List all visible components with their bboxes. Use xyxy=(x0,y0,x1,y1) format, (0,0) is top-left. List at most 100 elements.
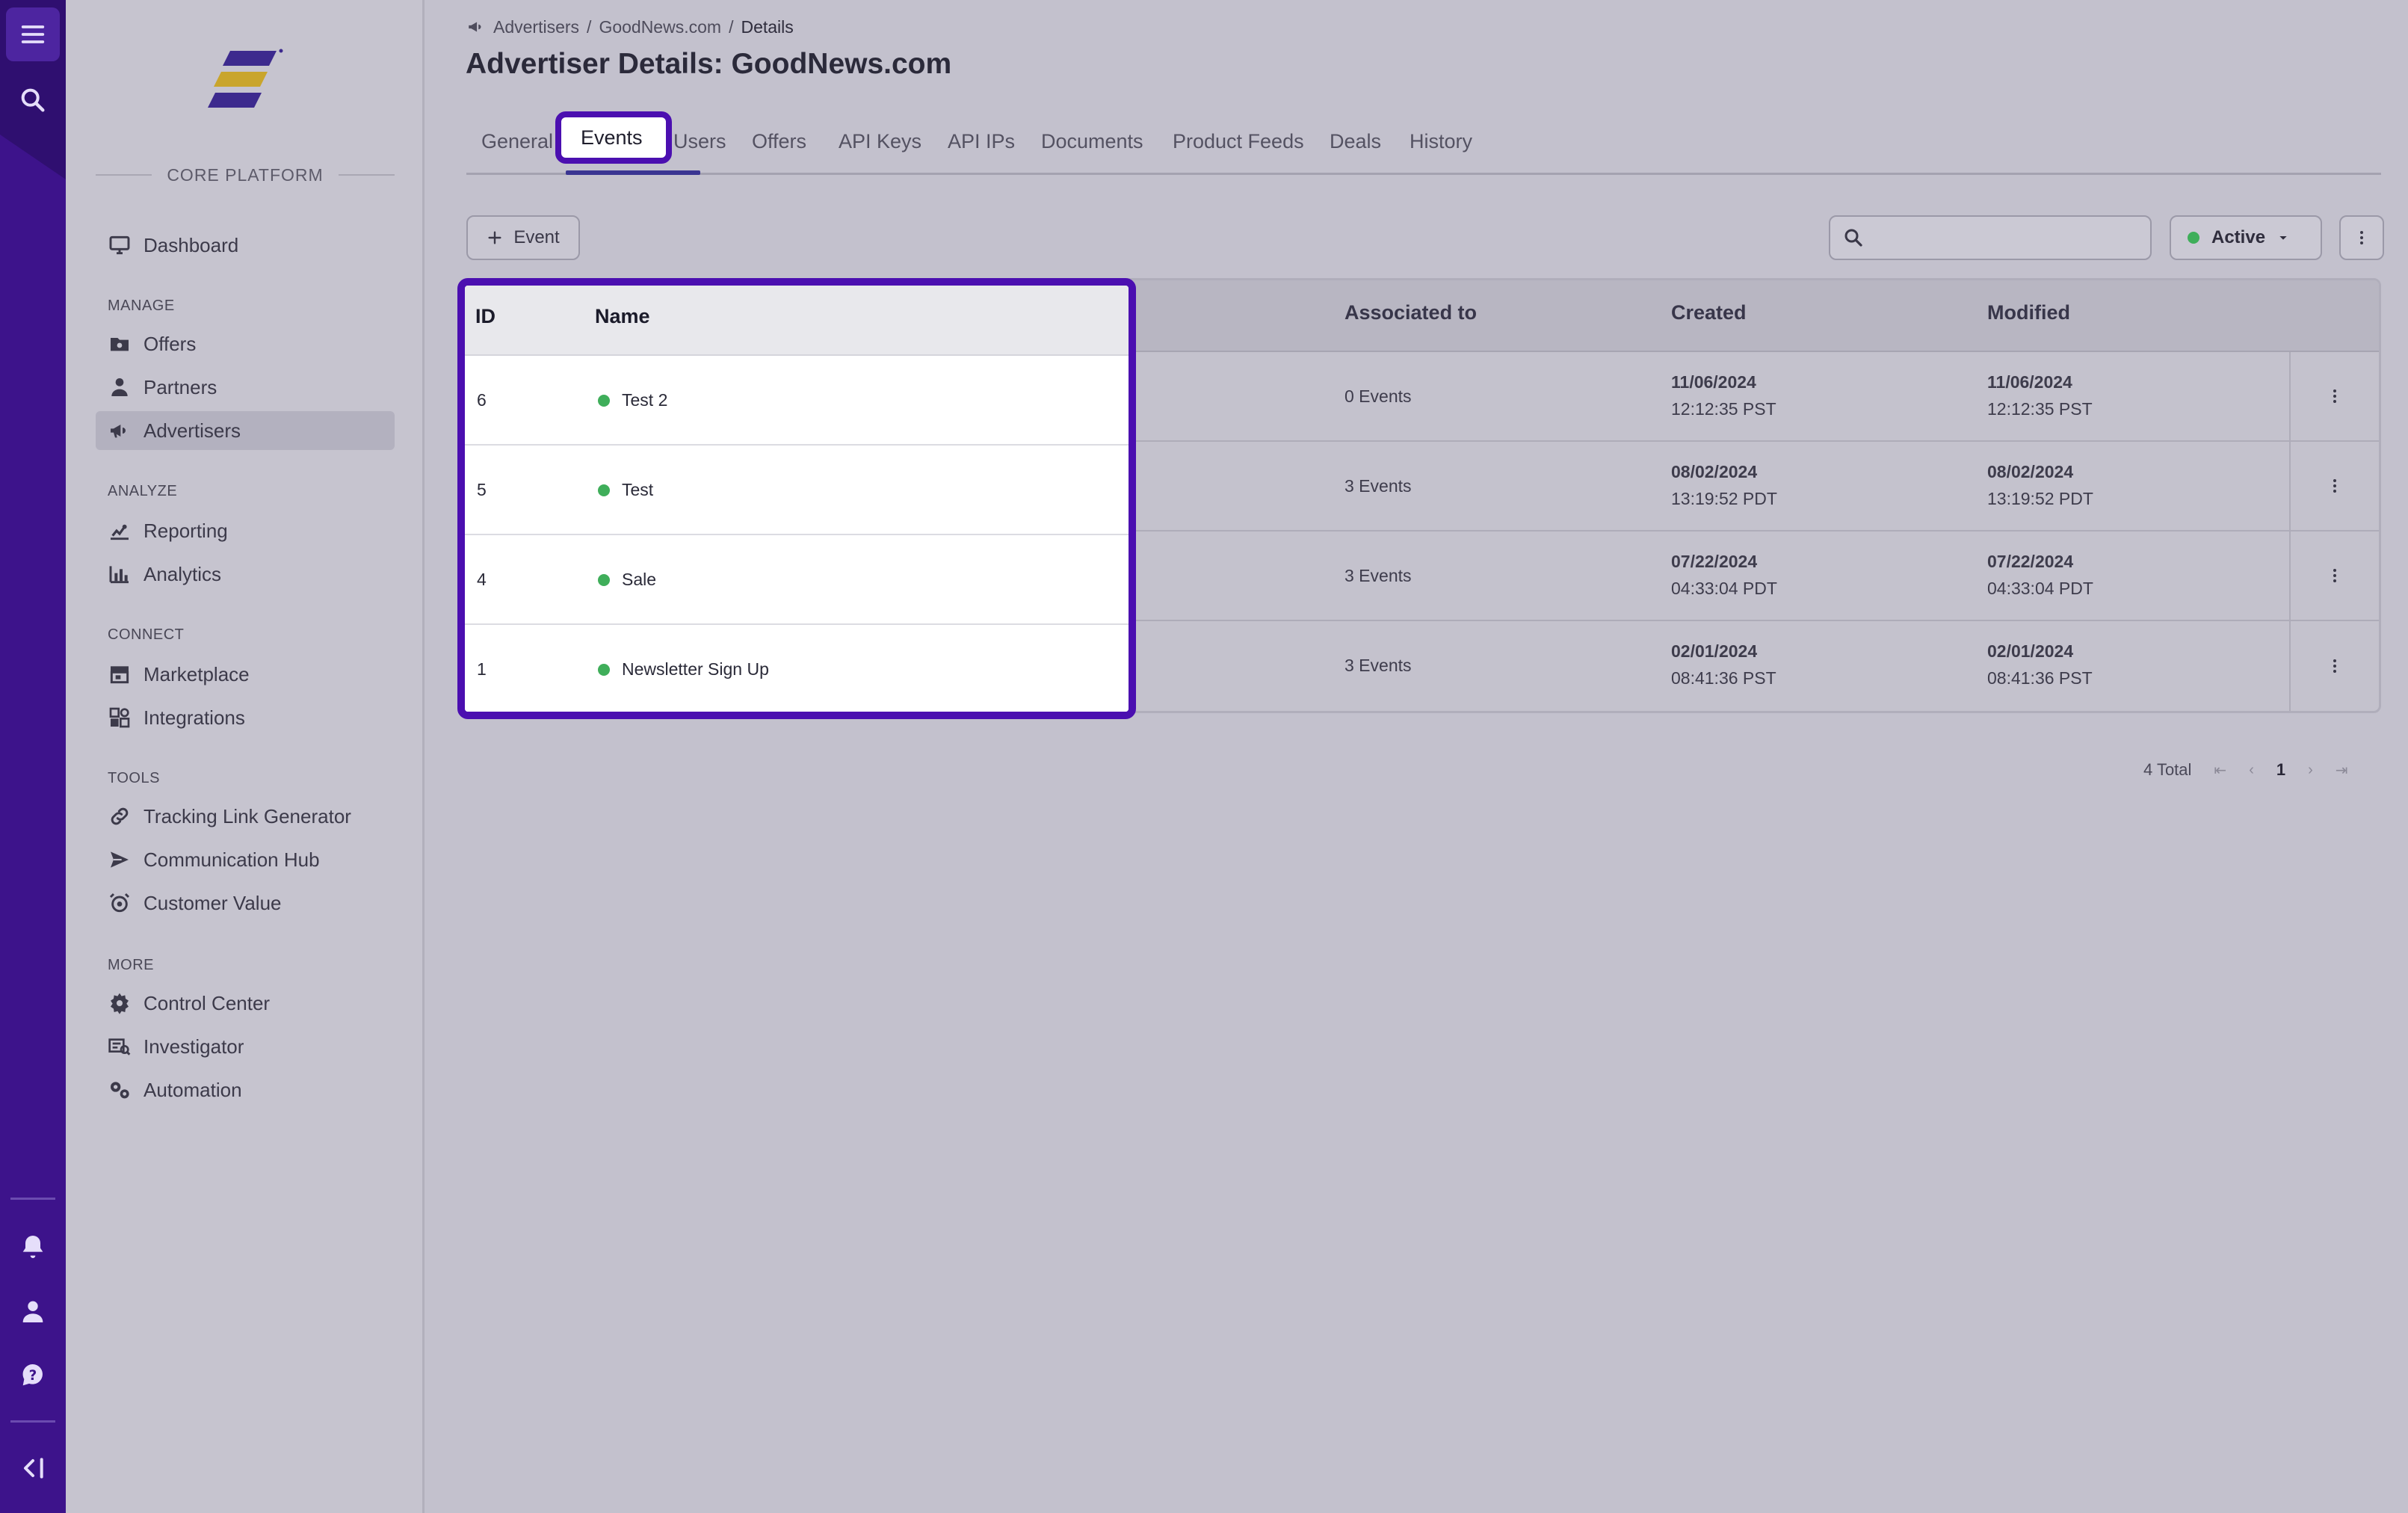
profile-button[interactable] xyxy=(6,1284,60,1338)
search-icon xyxy=(1844,229,1862,247)
table-row[interactable]: 6 Test 2 xyxy=(465,356,1129,446)
row-actions-button[interactable] xyxy=(2289,352,2379,440)
link-icon xyxy=(111,807,129,825)
section-analyze: ANALYZE xyxy=(108,483,178,499)
event-name-link[interactable]: Newsletter Sign Up xyxy=(598,659,769,680)
cell-id: 4 xyxy=(477,570,487,589)
sidebar-item-advertisers[interactable]: Advertisers xyxy=(96,411,395,450)
vertical-dots-icon xyxy=(2360,231,2363,244)
breadcrumb-current: Details xyxy=(741,16,794,37)
sidebar-item-label: Marketplace xyxy=(143,662,250,685)
help-button[interactable]: ? xyxy=(6,1349,60,1402)
tab-history[interactable]: History xyxy=(1410,126,1472,157)
sidebar-item-offers[interactable]: Offers xyxy=(96,324,395,363)
sidebar-item-dashboard[interactable]: Dashboard xyxy=(96,226,395,265)
column-header-associated[interactable]: Associated to xyxy=(1345,301,1477,324)
sidebar-item-analytics[interactable]: Analytics xyxy=(96,555,395,594)
platform-name: CORE PLATFORM xyxy=(167,164,324,185)
tab-api-keys[interactable]: API Keys xyxy=(839,126,921,157)
cell-associated: 0 Events xyxy=(1345,386,1412,406)
table-row[interactable]: 4 Sale xyxy=(465,535,1129,625)
vertical-dots-icon xyxy=(2333,659,2336,673)
search-input[interactable] xyxy=(1865,217,2150,259)
hamburger-icon xyxy=(21,25,45,43)
search-box[interactable] xyxy=(1829,215,2152,260)
breadcrumb-advertiser[interactable]: GoodNews.com xyxy=(599,17,721,37)
sidebar-item-reporting[interactable]: Reporting xyxy=(96,511,395,550)
tab-documents[interactable]: Documents xyxy=(1041,126,1143,157)
monitor-icon xyxy=(109,235,130,255)
sidebar-item-communication-hub[interactable]: Communication Hub xyxy=(96,840,395,879)
hamburger-menu-button[interactable] xyxy=(6,7,60,61)
sidebar-item-integrations[interactable]: Integrations xyxy=(96,698,395,737)
breadcrumb-advertisers[interactable]: Advertisers xyxy=(493,17,579,37)
sidebar-item-marketplace[interactable]: Marketplace xyxy=(96,655,395,694)
column-header-created[interactable]: Created xyxy=(1671,301,1747,324)
store-icon xyxy=(110,666,129,684)
last-page-button[interactable]: ⇥ xyxy=(2336,761,2348,780)
sidebar-item-label: Automation xyxy=(143,1078,242,1101)
cell-created: 07/22/2024 04:33:04 PDT xyxy=(1671,552,1777,598)
table-row[interactable]: 5 Test xyxy=(465,446,1129,535)
cell-modified: 02/01/2024 08:41:36 PST xyxy=(1987,641,2093,688)
help-icon: ? xyxy=(22,1363,43,1386)
section-manage: MANAGE xyxy=(108,298,175,314)
brand-logo xyxy=(208,49,283,108)
status-active-dot xyxy=(598,663,610,676)
megaphone-icon xyxy=(111,425,126,438)
tab-events[interactable]: Events xyxy=(555,111,672,164)
column-header-id[interactable]: ID xyxy=(475,305,496,328)
cell-id: 6 xyxy=(477,390,487,410)
notifications-button[interactable] xyxy=(6,1220,60,1274)
caret-down-icon xyxy=(2279,236,2287,240)
sidebar-item-label: Analytics xyxy=(143,562,222,585)
collapse-icon xyxy=(24,1458,43,1479)
id-name-columns-highlight: ID Name 6 Test 2 5 Test 4 Sale 1 Newslet… xyxy=(457,278,1136,719)
status-active-dot xyxy=(598,484,610,496)
section-connect: CONNECT xyxy=(108,626,185,643)
sidebar-item-automation[interactable]: Automation xyxy=(96,1070,395,1109)
breadcrumb-separator: / xyxy=(729,16,734,37)
tab-offers[interactable]: Offers xyxy=(752,126,806,157)
tab-deals[interactable]: Deals xyxy=(1330,126,1381,157)
status-filter-dropdown[interactable]: Active xyxy=(2170,215,2322,260)
next-page-button[interactable]: › xyxy=(2308,762,2313,779)
tab-users[interactable]: Users xyxy=(673,126,726,157)
vertical-dots-icon xyxy=(2333,479,2336,493)
add-event-button[interactable]: Event xyxy=(466,215,580,260)
tab-general[interactable]: General xyxy=(481,126,553,157)
event-name-link[interactable]: Test 2 xyxy=(598,390,667,410)
status-filter-value: Active xyxy=(2211,227,2266,247)
first-page-button[interactable]: ⇤ xyxy=(2214,761,2226,780)
column-header-modified[interactable]: Modified xyxy=(1987,301,2070,324)
section-more: MORE xyxy=(108,957,154,973)
add-event-label: Event xyxy=(513,227,560,247)
global-search-button[interactable] xyxy=(6,73,60,127)
sidebar-item-investigator[interactable]: Investigator xyxy=(96,1027,395,1066)
collapse-sidebar-button[interactable] xyxy=(6,1441,60,1495)
tab-api-ips[interactable]: API IPs xyxy=(948,126,1015,157)
automation-icon xyxy=(111,1082,129,1099)
user-icon xyxy=(22,1301,43,1322)
folder-icon xyxy=(111,338,129,351)
current-page[interactable]: 1 xyxy=(2276,760,2285,780)
row-actions-button[interactable] xyxy=(2289,621,2379,711)
event-name-link[interactable]: Test xyxy=(598,480,653,500)
row-actions-button[interactable] xyxy=(2289,442,2379,530)
more-options-button[interactable] xyxy=(2339,215,2384,260)
table-row[interactable]: 1 Newsletter Sign Up xyxy=(465,625,1129,712)
tab-bar: General Users Offers API Keys API IPs Do… xyxy=(466,114,2381,175)
sidebar-item-control-center[interactable]: Control Center xyxy=(96,984,395,1023)
sidebar-item-label: Customer Value xyxy=(143,891,282,914)
breadcrumb-separator: / xyxy=(587,16,592,37)
tab-product-feeds[interactable]: Product Feeds xyxy=(1173,126,1304,157)
sidebar-item-partners[interactable]: Partners xyxy=(96,368,395,407)
column-header-name[interactable]: Name xyxy=(595,305,650,328)
event-name-link[interactable]: Sale xyxy=(598,570,656,590)
sidebar-item-customer-value[interactable]: Customer Value xyxy=(96,884,395,922)
row-actions-button[interactable] xyxy=(2289,531,2379,620)
sidebar-item-tracking-link-generator[interactable]: Tracking Link Generator xyxy=(96,797,395,836)
prev-page-button[interactable]: ‹ xyxy=(2249,762,2254,779)
sidebar: CORE PLATFORM Dashboard MANAGE Offers Pa… xyxy=(66,0,425,1513)
section-tools: TOOLS xyxy=(108,770,160,786)
